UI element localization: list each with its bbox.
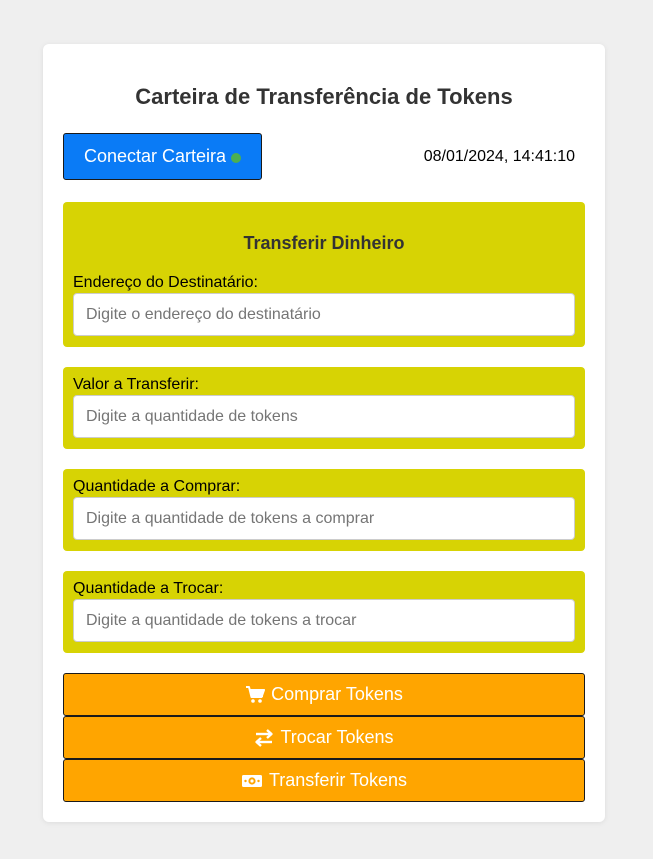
amount-input[interactable] — [73, 395, 575, 438]
swap-quantity-label: Quantidade a Trocar: — [73, 580, 224, 597]
swap-tokens-label: Trocar Tokens — [280, 727, 394, 747]
current-datetime: 08/01/2024, 14:41:10 — [423, 148, 575, 165]
connect-wallet-label: Conectar Carteira — [83, 146, 227, 166]
recipient-label: Endereço do Destinatário: — [73, 274, 258, 291]
status-dot-icon — [231, 152, 242, 163]
swap-quantity-input[interactable] — [73, 599, 575, 642]
transfer-panel: Transferir Dinheiro Endereço do Destinat… — [63, 202, 585, 347]
exchange-arrows-icon — [254, 728, 274, 747]
connect-wallet-button[interactable]: Conectar Carteira — [63, 133, 262, 180]
buy-quantity-label: Quantidade a Comprar: — [73, 478, 241, 495]
recipient-address-input[interactable] — [73, 293, 575, 336]
buy-tokens-button[interactable]: Comprar Tokens — [63, 673, 585, 716]
swap-tokens-button[interactable]: Trocar Tokens — [63, 716, 585, 759]
transfer-tokens-label: Transferir Tokens — [268, 770, 408, 790]
transfer-heading: Transferir Dinheiro — [243, 233, 405, 253]
buy-panel: Quantidade a Comprar: — [63, 469, 585, 551]
money-bill-icon — [241, 773, 263, 789]
amount-panel: Valor a Transferir: — [63, 367, 585, 449]
wallet-card: Carteira de Transferência de Tokens Cone… — [43, 44, 605, 822]
page-title: Carteira de Transferência de Tokens — [135, 84, 513, 109]
transfer-tokens-button[interactable]: Transferir Tokens — [63, 759, 585, 802]
buy-quantity-input[interactable] — [73, 497, 575, 540]
cart-icon — [245, 685, 266, 704]
amount-label: Valor a Transferir: — [73, 376, 199, 393]
swap-panel: Quantidade a Trocar: — [63, 571, 585, 653]
buy-tokens-label: Comprar Tokens — [271, 684, 403, 704]
